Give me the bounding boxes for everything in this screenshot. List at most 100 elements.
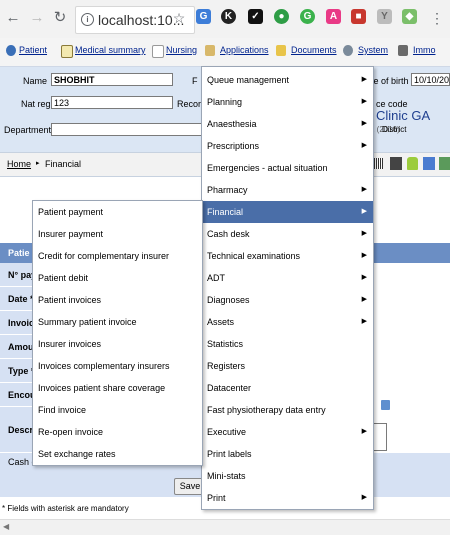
menu-documents[interactable]: Documents [291,45,337,55]
reload-icon[interactable]: ↻ [51,8,69,28]
submenu-item-patient-payment[interactable]: Patient payment [33,201,202,223]
department-field[interactable] [51,123,203,136]
menu-item-planning[interactable]: Planning ▶ [202,91,373,113]
submenu-item-invoices-complementary[interactable]: Invoices complementary insurers [33,355,202,377]
menu-item-label: ADT [207,273,225,283]
immo-icon [398,45,408,56]
district-label: District [382,125,407,134]
check-extension-icon[interactable]: ✓ [248,9,263,24]
menu-item-technical-examinations[interactable]: Technical examinations ▶ [202,245,373,267]
natreg-field[interactable]: 123 [51,96,173,109]
menu-item-print-labels[interactable]: Print labels [202,443,373,465]
dob-label: te of birth [371,76,409,86]
menu-item-datacenter[interactable]: Datacenter [202,377,373,399]
menu-item-label: Prescriptions [207,141,260,151]
a-extension-icon[interactable]: A [326,9,341,24]
clinic-name: Clinic GA [376,108,431,123]
menu-item-pharmacy[interactable]: Pharmacy ▶ [202,179,373,201]
mandatory-footnote: * Fields with asterisk are mandatory [2,504,129,513]
grammarly-extension-icon[interactable]: G [300,9,315,24]
y-extension-icon[interactable]: Y [377,9,392,24]
info-icon[interactable]: i [81,13,94,26]
menu-item-label: Print labels [207,449,252,459]
patient-icon [6,45,16,56]
menu-nursing[interactable]: Nursing [166,45,197,55]
submenu-item-find-invoice[interactable]: Find invoice [33,399,202,421]
submenu-item-insurer-payment[interactable]: Insurer payment [33,223,202,245]
bookmark-star-icon[interactable]: ☆ [170,8,188,28]
k-extension-icon[interactable]: K [221,9,236,24]
submenu-arrow-icon: ▶ [361,230,367,237]
document-icon[interactable] [390,157,402,170]
menu-item-prescriptions[interactable]: Prescriptions ▶ [202,135,373,157]
browser-toolbar: ← → ↻ i localhost:10... ☆ G K ✓ ● G A ■ … [0,0,450,39]
menu-item-label: Financial [207,207,244,217]
financial-submenu: Patient payment Insurer payment Credit f… [32,200,203,466]
dot-extension-icon[interactable]: ● [274,9,289,24]
menu-patient[interactable]: Patient [19,45,47,55]
menu-item-label: Diagnoses [207,295,250,305]
submenu-item-patient-invoices[interactable]: Patient invoices [33,289,202,311]
back-icon[interactable]: ← [4,8,22,28]
user-icon[interactable] [423,157,435,170]
submenu-item-credit-complementary[interactable]: Credit for complementary insurer [33,245,202,267]
menu-item-adt[interactable]: ADT ▶ [202,267,373,289]
forward-icon[interactable]: → [28,8,46,28]
name-field[interactable]: SHOBHIT [51,73,173,86]
delete-icon[interactable] [381,400,390,410]
more-options-icon[interactable]: ⋮ [428,8,446,28]
menu-item-label: Registers [207,361,246,371]
menu-item-executive[interactable]: Executive ▶ [202,421,373,443]
menu-item-label: Anaesthesia [207,119,257,129]
natreg-label: Nat reg [21,99,51,109]
app-menu-bar: Patient Medical summary Nursing Applicat… [0,38,450,67]
menu-item-label: Pharmacy [207,185,248,195]
menu-item-assets[interactable]: Assets ▶ [202,311,373,333]
menu-item-registers[interactable]: Registers [202,355,373,377]
image-icon[interactable] [439,157,450,170]
submenu-item-set-exchange-rates[interactable]: Set exchange rates [33,443,202,465]
menu-item-label: Emergencies - actual situation [207,163,328,173]
menu-item-label: Print [207,493,226,503]
menu-applications[interactable]: Applications [220,45,269,55]
breadcrumb-home[interactable]: Home [7,159,31,169]
menu-item-label: Fast physiotherapy data entry [207,405,326,415]
translate-extension-icon[interactable]: G [196,9,211,24]
submenu-item-insurer-invoices[interactable]: Insurer invoices [33,333,202,355]
menu-item-label: Technical examinations [207,251,301,261]
puzzle-extension-icon[interactable]: ◆ [402,9,417,24]
submenu-arrow-icon: ▶ [361,120,367,127]
submenu-item-summary-patient-invoice[interactable]: Summary patient invoice [33,311,202,333]
dob-field[interactable]: 10/10/201 [411,73,450,86]
submenu-item-invoices-share-coverage[interactable]: Invoices patient share coverage [33,377,202,399]
android-icon[interactable] [407,157,418,170]
menu-item-mini-stats[interactable]: Mini-stats [202,465,373,487]
scroll-left-icon[interactable]: ◀ [3,522,9,531]
submenu-arrow-icon: ▶ [361,98,367,105]
submenu-arrow-icon: ▶ [361,252,367,259]
menu-immo[interactable]: Immo [413,45,436,55]
menu-item-financial[interactable]: Financial ▶ [202,201,373,223]
form-section-title: Patie [8,248,30,258]
breadcrumb-current: Financial [45,159,82,169]
submenu-arrow-icon: ▶ [361,274,367,281]
bookmark-extension-icon[interactable]: ■ [351,9,366,24]
menu-item-label: Assets [207,317,235,327]
applications-menu: Queue management ▶ Planning ▶ Anaesthesia ▶… [201,66,374,510]
menu-item-anaesthesia[interactable]: Anaesthesia ▶ [202,113,373,135]
submenu-arrow-icon: ▶ [361,76,367,83]
menu-item-fast-physiotherapy[interactable]: Fast physiotherapy data entry [202,399,373,421]
menu-item-queue-management[interactable]: Queue management ▶ [202,69,373,91]
menu-item-emergencies[interactable]: Emergencies - actual situation [202,157,373,179]
menu-item-label: Mini-stats [207,471,246,481]
submenu-item-patient-debit[interactable]: Patient debit [33,267,202,289]
menu-system[interactable]: System [358,45,388,55]
menu-item-diagnoses[interactable]: Diagnoses ▶ [202,289,373,311]
menu-item-label: Executive [207,427,247,437]
menu-item-statistics[interactable]: Statistics [202,333,373,355]
menu-item-print[interactable]: Print ▶ [202,487,373,509]
menu-medical-summary[interactable]: Medical summary [75,45,146,55]
menu-item-cash-desk[interactable]: Cash desk ▶ [202,223,373,245]
horizontal-scrollbar[interactable]: ◀ [0,519,450,535]
submenu-item-reopen-invoice[interactable]: Re-open invoice [33,421,202,443]
